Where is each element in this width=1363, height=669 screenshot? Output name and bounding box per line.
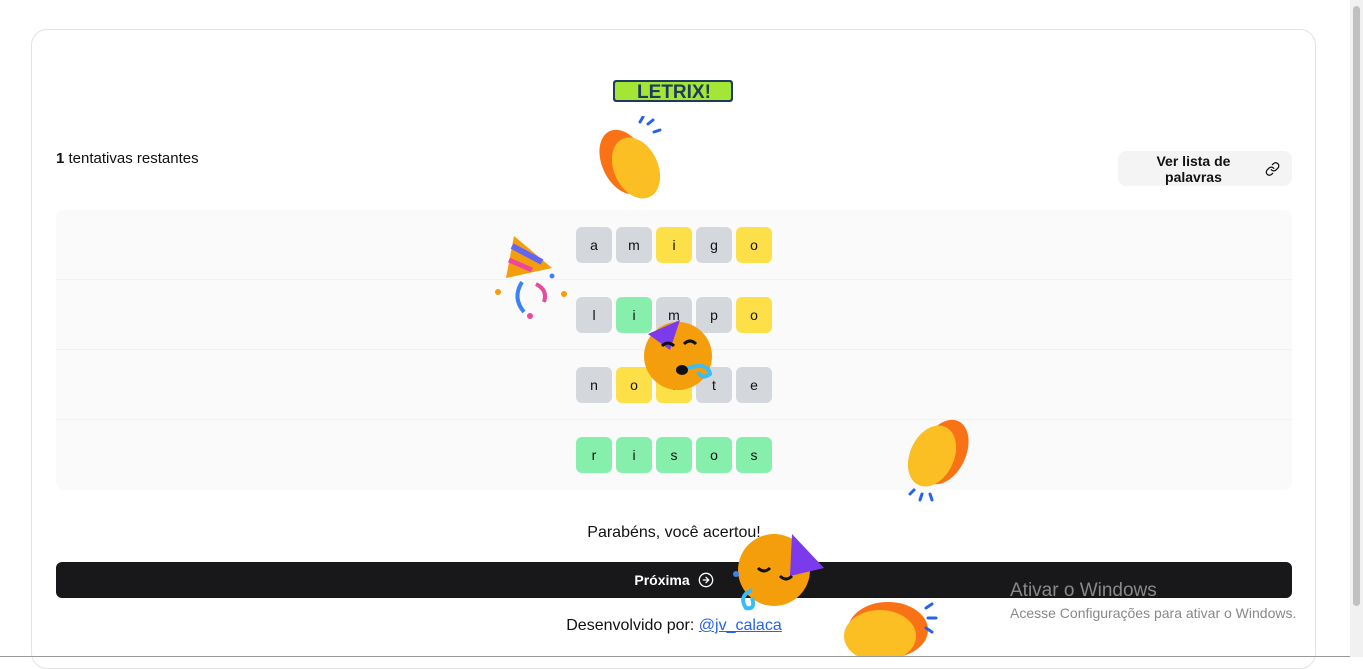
letrix-logo: LETRIX!: [613, 80, 733, 103]
letter-tile: n: [576, 367, 612, 403]
party-popper-icon: [495, 236, 567, 319]
guess-row: amigo: [56, 210, 1292, 280]
footer: Desenvolvido por: @jv_calaca: [56, 617, 1292, 635]
word-list-button[interactable]: Ver lista de palavras: [1118, 151, 1292, 186]
letter-tile: s: [656, 437, 692, 473]
letter-tile: r: [576, 437, 612, 473]
letter-tile: a: [576, 227, 612, 263]
next-label: Próxima: [634, 572, 690, 588]
letter-tile: o: [736, 297, 772, 333]
letter-tile: l: [576, 297, 612, 333]
letter-tile: i: [616, 437, 652, 473]
clapping-hands-icon: [907, 419, 969, 502]
attempts-remaining: 1 tentativas restantes: [56, 150, 199, 167]
success-message: Parabéns, você acertou!: [587, 524, 761, 541]
clapping-hands-icon: [844, 602, 938, 657]
partying-face-icon: [733, 534, 824, 611]
letter-tile: e: [736, 367, 772, 403]
footer-prefix: Desenvolvido por:: [566, 617, 695, 634]
attempts-count: 1: [56, 150, 65, 167]
scrollbar[interactable]: [1350, 0, 1363, 657]
guess-row: risos: [56, 420, 1292, 490]
clapping-hands-icon: [599, 116, 662, 199]
attempts-label: tentativas restantes: [68, 150, 199, 167]
author-link[interactable]: @jv_calaca: [699, 617, 782, 634]
letter-tile: o: [736, 227, 772, 263]
letter-tile: s: [736, 437, 772, 473]
arrow-right-circle-icon: [698, 572, 713, 588]
letter-tile: i: [656, 227, 692, 263]
letter-tile: o: [696, 437, 732, 473]
link-icon: [1265, 161, 1280, 176]
letter-tile: m: [616, 227, 652, 263]
scrollbar-thumb[interactable]: [1353, 6, 1360, 606]
partying-face-icon: [644, 320, 713, 390]
logo-text: LETRIX!: [637, 82, 711, 103]
letter-tile: g: [696, 227, 732, 263]
next-button[interactable]: Próxima: [56, 562, 1292, 598]
word-list-label: Ver lista de palavras: [1156, 152, 1231, 185]
